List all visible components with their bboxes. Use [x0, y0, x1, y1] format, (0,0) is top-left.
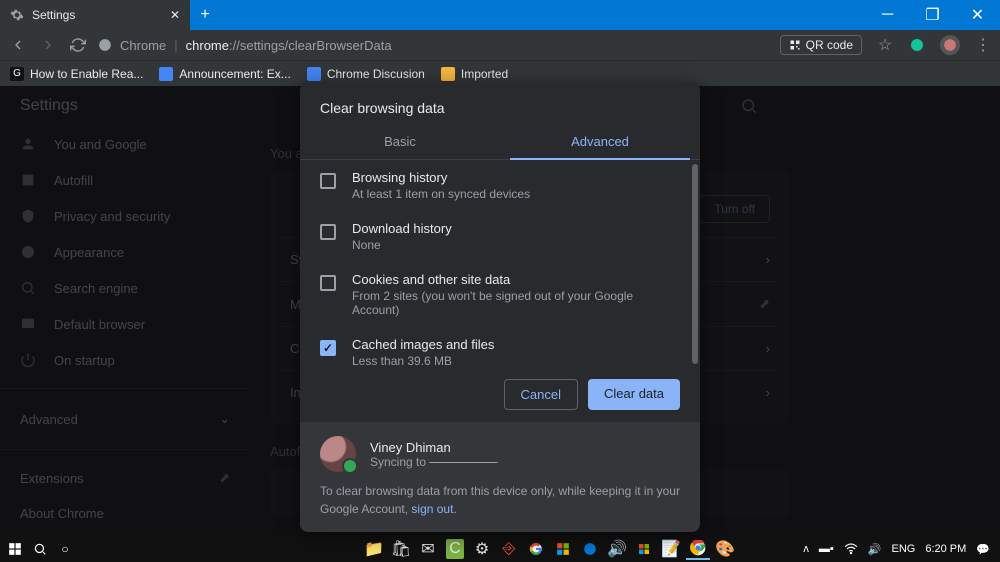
taskbar-app[interactable]: 🔊 [605, 538, 629, 560]
clock[interactable]: 6:20 PM [925, 543, 966, 555]
checkbox[interactable] [320, 173, 336, 189]
checkbox[interactable] [320, 275, 336, 291]
modal-overlay: Clear browsing data Basic Advanced Brows… [0, 86, 1000, 536]
clear-browsing-data-dialog: Clear browsing data Basic Advanced Brows… [300, 82, 700, 532]
favicon: G [10, 67, 24, 81]
url-field[interactable]: Chrome | chrome://settings/clearBrowserD… [98, 38, 770, 53]
checkbox[interactable] [320, 340, 336, 356]
back-button[interactable] [8, 35, 28, 55]
window-title-bar: Settings ✕ + ─ ❐ ✕ [0, 0, 1000, 30]
clear-data-button[interactable]: Clear data [588, 379, 680, 410]
new-tab-button[interactable]: + [190, 0, 220, 30]
bookmark-item[interactable]: Announcement: Ex... [159, 67, 290, 81]
url-host-label: Chrome [120, 38, 166, 53]
dialog-title: Clear browsing data [300, 82, 700, 124]
dialog-tabs: Basic Advanced [300, 124, 700, 160]
taskbar-app[interactable]: ⚙ [470, 538, 494, 560]
favicon [159, 67, 173, 81]
taskbar-app[interactable] [524, 538, 548, 560]
taskbar-app[interactable]: 🛍 [389, 538, 413, 560]
notifications-icon[interactable]: 💬 [976, 543, 990, 556]
tab-basic[interactable]: Basic [300, 124, 500, 159]
tab-advanced[interactable]: Advanced [500, 124, 700, 159]
option-cookies[interactable]: Cookies and other site dataFrom 2 sites … [300, 262, 700, 327]
profile-avatar[interactable] [940, 35, 960, 55]
dialog-footer: Viney Dhiman Syncing to ──────── To clea… [300, 422, 700, 532]
chrome-icon [98, 38, 112, 52]
extension-grammarly-icon[interactable] [908, 36, 926, 54]
maximize-button[interactable]: ❐ [910, 0, 955, 30]
language-indicator[interactable]: ENG [891, 543, 915, 555]
taskbar-app[interactable] [551, 538, 575, 560]
taskbar-app[interactable]: 📁 [362, 538, 386, 560]
option-browsing-history[interactable]: Browsing historyAt least 1 item on synce… [300, 160, 700, 211]
tab-title: Settings [32, 8, 75, 22]
system-tray: ʌ ▬▪ 🔊 ENG 6:20 PM 💬 [803, 542, 996, 556]
dialog-body[interactable]: Browsing historyAt least 1 item on synce… [300, 160, 700, 367]
reload-button[interactable] [68, 35, 88, 55]
menu-icon[interactable]: ⋮ [974, 36, 992, 54]
dialog-buttons: Cancel Clear data [300, 367, 700, 422]
user-sync-status: Syncing to ──────── [370, 455, 497, 469]
option-cached-images[interactable]: Cached images and filesLess than 39.6 MB [300, 327, 700, 367]
window-controls: ─ ❐ ✕ [865, 0, 1000, 30]
folder-icon [441, 67, 455, 81]
close-window-button[interactable]: ✕ [955, 0, 1000, 30]
browser-tab[interactable]: Settings ✕ [0, 0, 190, 30]
bookmark-item[interactable]: Imported [441, 67, 508, 81]
footer-text: To clear browsing data from this device … [320, 482, 680, 518]
taskbar-app[interactable]: C [443, 538, 467, 560]
cancel-button[interactable]: Cancel [504, 379, 578, 410]
address-bar: Chrome | chrome://settings/clearBrowserD… [0, 30, 1000, 60]
scrollbar-thumb[interactable] [692, 164, 698, 364]
favicon [307, 67, 321, 81]
taskbar-app[interactable]: 📝 [659, 538, 683, 560]
wifi-icon[interactable] [844, 542, 858, 556]
taskbar-chrome[interactable] [686, 538, 710, 560]
user-name: Viney Dhiman [370, 440, 497, 455]
taskbar-app[interactable]: ⎆ [497, 538, 521, 560]
qr-code-button[interactable]: QR code [780, 35, 862, 55]
battery-icon[interactable]: ▬▪ [819, 543, 834, 555]
user-avatar [320, 436, 356, 472]
option-download-history[interactable]: Download historyNone [300, 211, 700, 262]
checkbox[interactable] [320, 224, 336, 240]
taskbar-app[interactable] [578, 538, 602, 560]
sign-out-link[interactable]: sign out [411, 502, 453, 516]
windows-taskbar: ○ 📁 🛍 ✉ C ⚙ ⎆ 🔊 📝 🎨 ʌ ▬▪ 🔊 ENG 6:20 PM 💬 [0, 536, 1000, 562]
taskbar-app[interactable]: ✉ [416, 538, 440, 560]
start-button[interactable] [4, 538, 26, 560]
volume-icon[interactable]: 🔊 [868, 543, 882, 556]
bookmark-star-icon[interactable]: ☆ [876, 36, 894, 54]
search-button[interactable] [29, 538, 51, 560]
qr-icon [789, 39, 801, 51]
minimize-button[interactable]: ─ [865, 0, 910, 30]
taskbar-app[interactable]: 🎨 [713, 538, 737, 560]
taskbar-app[interactable] [632, 538, 656, 560]
settings-icon [10, 8, 24, 22]
cortana-button[interactable]: ○ [54, 538, 76, 560]
bookmark-item[interactable]: GHow to Enable Rea... [10, 67, 143, 81]
forward-button[interactable] [38, 35, 58, 55]
tray-chevron-icon[interactable]: ʌ [803, 543, 809, 555]
close-tab-icon[interactable]: ✕ [170, 8, 180, 22]
bookmark-item[interactable]: Chrome Discusion [307, 67, 425, 81]
